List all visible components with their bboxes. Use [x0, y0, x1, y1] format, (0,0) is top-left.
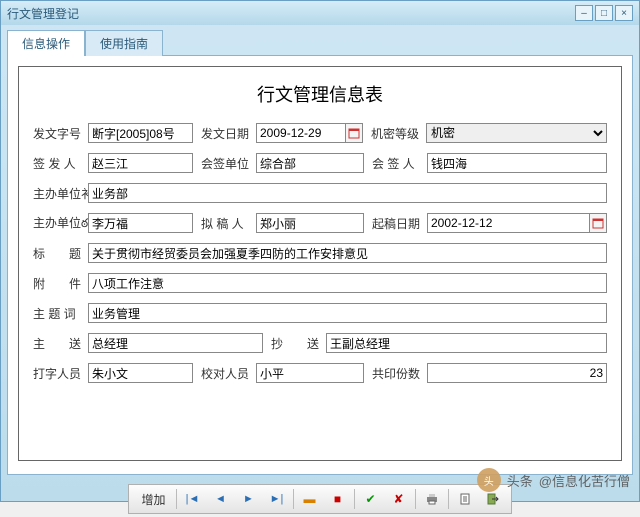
cancel-button[interactable]: ✘ — [385, 487, 413, 511]
input-draft-date[interactable] — [427, 213, 590, 233]
label-signer: 签 发 人 — [33, 155, 88, 172]
input-attach[interactable] — [88, 273, 607, 293]
main-panel: 行文管理信息表 发文字号 发文日期 机密等级 机密 签 发 人 会签单位 会 签 — [7, 55, 633, 475]
nav-next-button[interactable]: ► — [235, 487, 263, 511]
minimize-button[interactable]: – — [575, 5, 593, 21]
input-doc-no[interactable] — [88, 123, 193, 143]
edit-button[interactable]: ▬ — [296, 487, 324, 511]
calendar-icon[interactable] — [345, 123, 363, 143]
label-drafter: 拟 稿 人 — [201, 215, 256, 232]
label-main-send: 主 送 — [33, 335, 88, 352]
label-send-date: 发文日期 — [201, 125, 256, 142]
label-keywords: 主 题 词 — [33, 305, 88, 322]
confirm-button[interactable]: ✔ — [357, 487, 385, 511]
label-cosign-unit: 会签单位 — [201, 155, 256, 172]
close-button[interactable]: × — [615, 5, 633, 21]
input-keywords[interactable] — [88, 303, 607, 323]
label-subject: 标 题 — [33, 245, 88, 262]
label-typist: 打字人员 — [33, 365, 88, 382]
input-main-send[interactable] — [88, 333, 263, 353]
form-title: 行文管理信息表 — [33, 81, 607, 107]
label-doc-no: 发文字号 — [33, 125, 88, 142]
label-draft-date: 起稿日期 — [372, 215, 427, 232]
input-cosign-unit[interactable] — [256, 153, 364, 173]
input-host-unit-e[interactable] — [88, 213, 193, 233]
label-cosign-person: 会 签 人 — [372, 155, 427, 172]
input-drafter[interactable] — [256, 213, 364, 233]
input-copies[interactable] — [427, 363, 607, 383]
input-signer[interactable] — [88, 153, 193, 173]
watermark: 头 头条 @信息化苦行僧 — [477, 468, 630, 492]
print-button[interactable] — [418, 487, 446, 511]
input-subject[interactable] — [88, 243, 607, 263]
label-secret: 机密等级 — [371, 125, 426, 142]
input-proofreader[interactable] — [256, 363, 364, 383]
label-proofreader: 校对人员 — [201, 365, 256, 382]
watermark-prefix: 头条 — [507, 471, 533, 490]
label-copies: 共印份数 — [372, 365, 427, 382]
label-host-unit-e: 主办单位ఠ — [33, 214, 88, 233]
form-container: 行文管理信息表 发文字号 发文日期 机密等级 机密 签 发 人 会签单位 会 签 — [18, 66, 622, 461]
maximize-button[interactable]: □ — [595, 5, 613, 21]
calendar-icon[interactable] — [589, 213, 607, 233]
nav-prev-button[interactable]: ◄ — [207, 487, 235, 511]
label-attach: 附 件 — [33, 275, 88, 292]
input-send-date[interactable] — [256, 123, 346, 143]
input-typist[interactable] — [88, 363, 193, 383]
window-title: 行文管理登记 — [7, 5, 573, 22]
stop-button[interactable]: ■ — [324, 487, 352, 511]
label-host-unit: 主办单位衤 — [33, 185, 88, 202]
input-copy-send[interactable] — [326, 333, 607, 353]
nav-last-button[interactable]: ►| — [263, 487, 291, 511]
select-secret[interactable]: 机密 — [426, 123, 607, 143]
input-cosign-person[interactable] — [427, 153, 607, 173]
tab-info-ops[interactable]: 信息操作 — [7, 30, 85, 56]
nav-first-button[interactable]: |◄ — [179, 487, 207, 511]
export-button[interactable] — [451, 487, 479, 511]
titlebar: 行文管理登记 – □ × — [1, 1, 639, 25]
avatar-icon: 头 — [477, 468, 501, 492]
input-host-unit[interactable] — [88, 183, 607, 203]
tab-guide[interactable]: 使用指南 — [85, 30, 163, 56]
watermark-author: @信息化苦行僧 — [539, 471, 630, 490]
tab-bar: 信息操作 使用指南 — [1, 25, 639, 55]
add-button[interactable]: 增加 — [133, 487, 173, 511]
app-window: 行文管理登记 – □ × 信息操作 使用指南 行文管理信息表 发文字号 发文日期… — [0, 0, 640, 502]
label-copy-send: 抄 送 — [271, 335, 326, 352]
